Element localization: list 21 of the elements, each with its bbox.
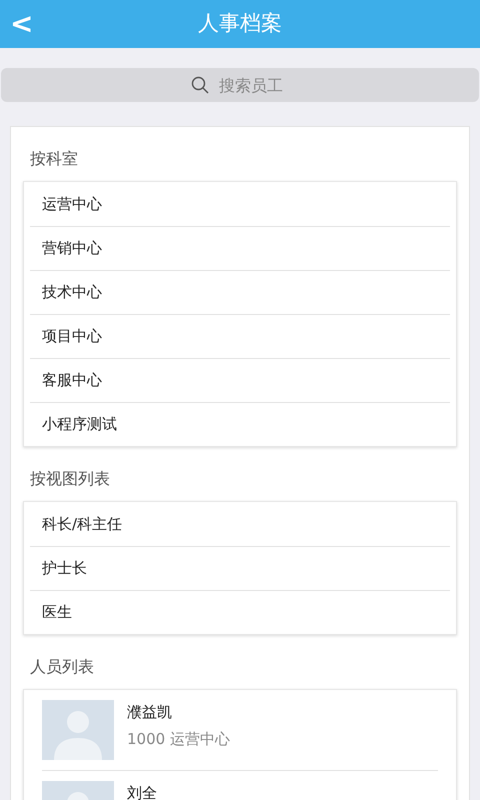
list-item[interactable]: 护士长 (30, 546, 450, 590)
list-item[interactable]: 运营中心 (30, 182, 450, 226)
person-item[interactable]: 濮益凯 1000 运营中心 (42, 690, 438, 770)
page-title: 人事档案 (198, 10, 282, 38)
search-icon (191, 76, 209, 94)
section-title: 人员列表 (29, 656, 95, 678)
person-item[interactable]: 刘全 (42, 770, 438, 800)
person-name: 刘全 (127, 783, 157, 800)
search-field[interactable]: 搜索员工 (1, 68, 479, 102)
section-title: 按视图列表 (29, 468, 111, 490)
person-detail: 1000 运营中心 (127, 728, 230, 750)
list-item[interactable]: 项目中心 (30, 314, 450, 358)
avatar-icon (42, 700, 114, 760)
list-item[interactable]: 小程序测试 (30, 402, 450, 446)
list-item[interactable]: 医生 (30, 590, 450, 634)
section-title: 按科室 (29, 148, 79, 170)
list-item[interactable]: 客服中心 (30, 358, 450, 402)
list-item[interactable]: 营销中心 (30, 226, 450, 270)
list-item[interactable]: 技术中心 (30, 270, 450, 314)
list-item[interactable]: 科长/科主任 (30, 502, 450, 546)
person-name: 濮益凯 (127, 702, 173, 723)
